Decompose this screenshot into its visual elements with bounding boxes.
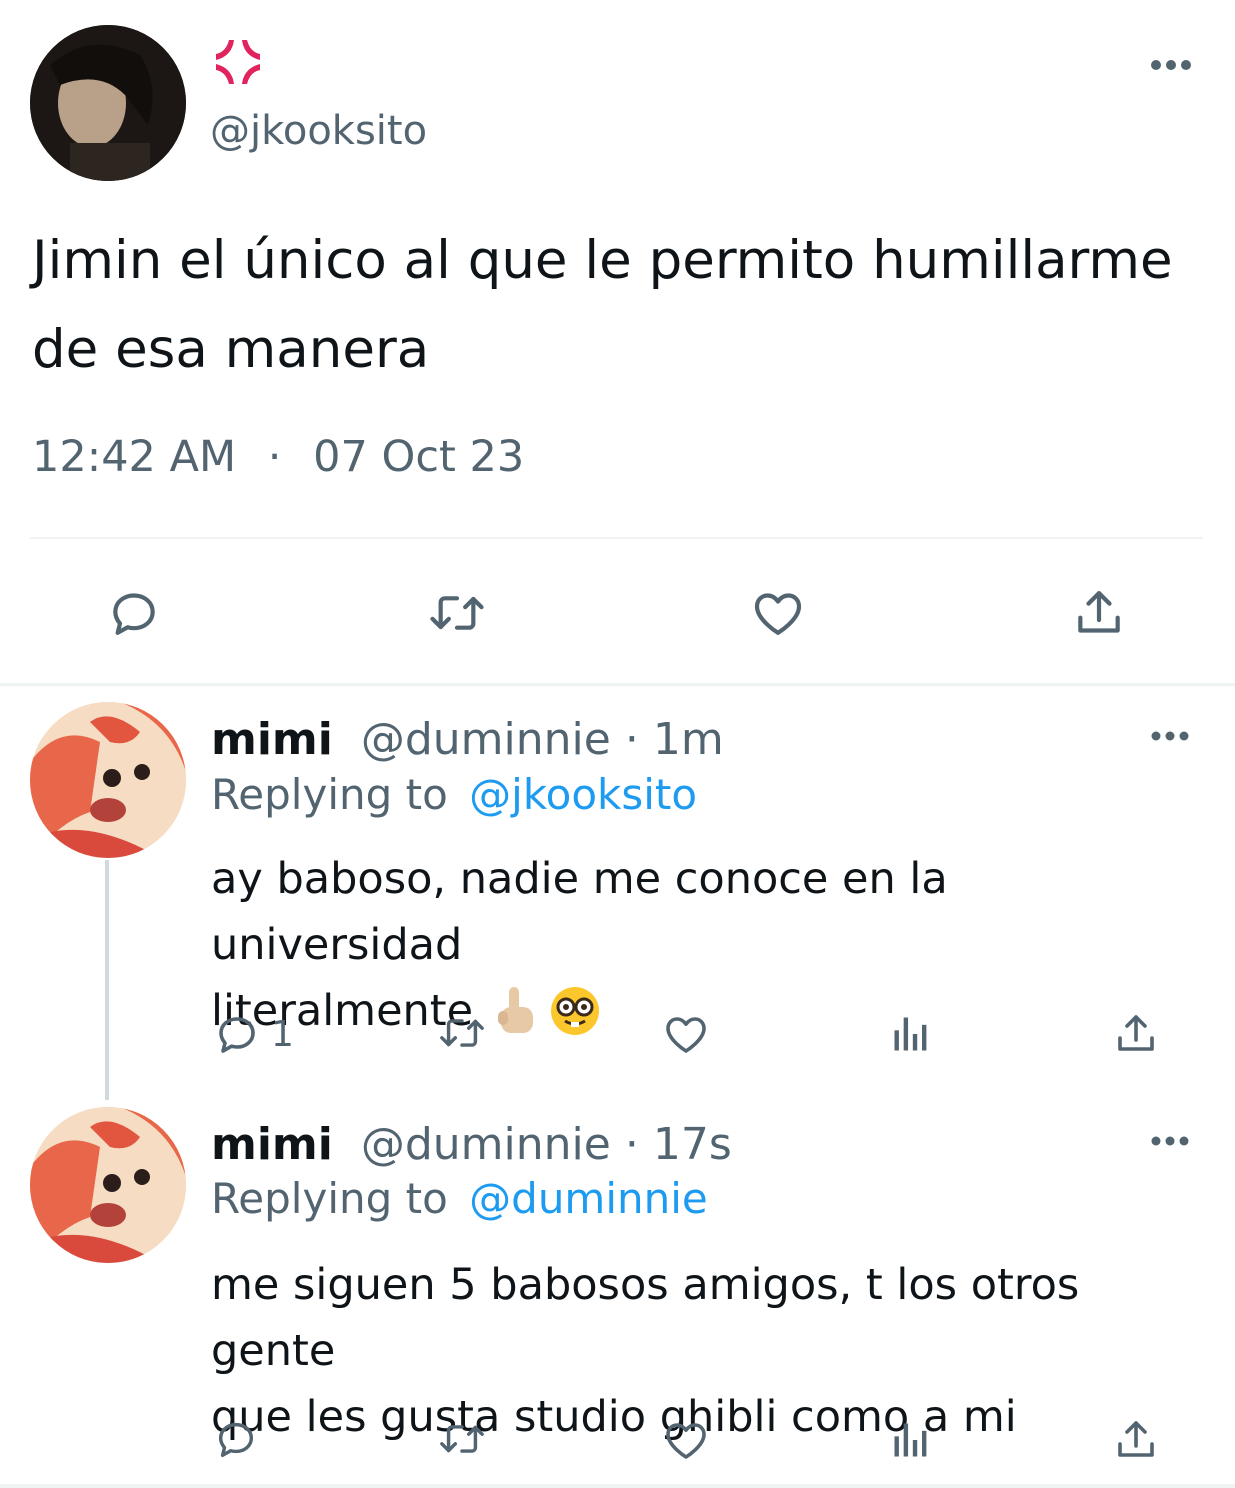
tweet-date: 07 Oct 23 <box>313 432 525 482</box>
more-options-icon[interactable] <box>1150 58 1192 72</box>
divider <box>30 537 1203 539</box>
reply-header: mimi @duminnie · 17s <box>211 1119 732 1170</box>
reply-author-handle[interactable]: @duminnie <box>361 714 611 765</box>
reply-icon[interactable] <box>106 585 162 641</box>
tweet-time: 12:42 AM <box>32 432 237 482</box>
reply-text-line: me siguen 5 babosos amigos, t los otros … <box>211 1260 1080 1376</box>
author-handle[interactable]: @jkooksito <box>210 108 427 154</box>
share-icon[interactable] <box>1071 585 1127 641</box>
author-avatar[interactable] <box>30 25 186 181</box>
reply-author-name[interactable]: mimi <box>211 714 333 765</box>
tweet-text: Jimin el único al que le permito humilla… <box>32 216 1202 394</box>
share-icon[interactable] <box>1112 1416 1160 1464</box>
reply-action[interactable]: 1 <box>213 1010 294 1058</box>
share-icon[interactable] <box>1112 1010 1160 1058</box>
reply-author-handle[interactable]: @duminnie <box>361 1119 611 1170</box>
reply-icon[interactable] <box>213 1416 259 1462</box>
tweet-text-line: de esa manera <box>32 319 430 380</box>
replying-to-label: Replying to <box>211 770 448 819</box>
replying-to-handle[interactable]: @duminnie <box>469 1174 708 1223</box>
like-icon[interactable] <box>662 1010 710 1058</box>
reply-header: mimi @duminnie · 1m <box>211 714 724 765</box>
replying-to-label: Replying to <box>211 1174 448 1223</box>
like-icon[interactable] <box>750 585 806 641</box>
replying-to-handle[interactable]: @jkooksito <box>469 770 697 819</box>
reply-avatar[interactable] <box>30 702 186 858</box>
reply-separator: · <box>624 1119 639 1170</box>
timestamp-separator: · <box>267 432 282 482</box>
tweet-timestamp[interactable]: 12:42 AM · 07 Oct 23 <box>32 432 524 482</box>
reply-separator: · <box>624 714 639 765</box>
retweet-icon[interactable] <box>426 585 484 641</box>
views-icon[interactable] <box>888 1418 934 1462</box>
divider <box>0 1484 1235 1488</box>
retweet-icon[interactable] <box>436 1416 488 1462</box>
reply-age[interactable]: 17s <box>653 1119 732 1170</box>
anger-symbol-emoji <box>212 36 264 88</box>
more-options-icon[interactable] <box>1150 1135 1190 1147</box>
reply-age[interactable]: 1m <box>653 714 724 765</box>
divider <box>0 683 1235 686</box>
replying-to: Replying to @duminnie <box>211 1174 708 1223</box>
nerd-face-emoji <box>549 985 601 1037</box>
replying-to: Replying to @jkooksito <box>211 770 697 819</box>
more-options-icon[interactable] <box>1150 730 1190 742</box>
index-pointing-up-emoji <box>493 985 539 1037</box>
reply-text-line: ay baboso, nadie me conoce en la univers… <box>211 854 948 970</box>
thread-connector <box>105 860 109 1100</box>
views-icon[interactable] <box>888 1012 934 1056</box>
reply-avatar[interactable] <box>30 1107 186 1263</box>
reply-icon[interactable] <box>213 1010 261 1058</box>
reply-author-name[interactable]: mimi <box>211 1119 333 1170</box>
retweet-icon[interactable] <box>436 1010 488 1056</box>
like-icon[interactable] <box>662 1416 710 1464</box>
tweet-text-line: Jimin el único al que le permito humilla… <box>32 230 1173 291</box>
reply-count: 1 <box>271 1013 294 1055</box>
